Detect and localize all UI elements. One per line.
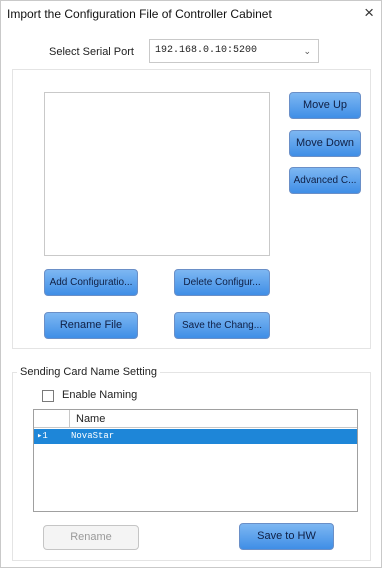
row-index: ▸1 bbox=[37, 431, 48, 441]
serial-port-label: Select Serial Port bbox=[49, 46, 134, 58]
close-icon[interactable]: × bbox=[364, 4, 374, 22]
sending-card-table: Name ▸1 NovaStar bbox=[33, 409, 358, 512]
move-down-button[interactable]: Move Down bbox=[289, 130, 361, 157]
import-config-dialog: Import the Configuration File of Control… bbox=[0, 0, 382, 568]
serial-port-value: 192.168.0.10:5200 bbox=[155, 45, 258, 56]
enable-naming-label: Enable Naming bbox=[62, 389, 138, 401]
rename-file-button[interactable]: Rename File bbox=[44, 312, 138, 339]
table-row[interactable]: ▸1 NovaStar bbox=[34, 429, 357, 444]
configuration-file-list[interactable] bbox=[44, 92, 270, 256]
window-title: Import the Configuration File of Control… bbox=[7, 7, 272, 21]
group-title: Sending Card Name Setting bbox=[17, 366, 160, 378]
save-to-hw-button[interactable]: Save to HW bbox=[239, 523, 334, 550]
save-changes-button[interactable]: Save the Chang... bbox=[174, 312, 270, 339]
delete-configuration-button[interactable]: Delete Configur... bbox=[174, 269, 270, 296]
title-bar: Import the Configuration File of Control… bbox=[1, 1, 381, 27]
header-corner bbox=[34, 410, 70, 427]
rename-button[interactable]: Rename bbox=[43, 525, 139, 550]
enable-naming-checkbox[interactable] bbox=[42, 390, 54, 402]
move-up-button[interactable]: Move Up bbox=[289, 92, 361, 119]
table-header: Name bbox=[34, 410, 357, 428]
add-configuration-button[interactable]: Add Configuratio... bbox=[44, 269, 138, 296]
advanced-config-button[interactable]: Advanced C... bbox=[289, 167, 361, 194]
chevron-down-icon: ⌄ bbox=[303, 46, 311, 56]
column-header-name: Name bbox=[76, 413, 106, 425]
row-name-cell[interactable]: NovaStar bbox=[71, 431, 114, 441]
serial-port-dropdown[interactable]: 192.168.0.10:5200 ⌄ bbox=[149, 39, 319, 63]
